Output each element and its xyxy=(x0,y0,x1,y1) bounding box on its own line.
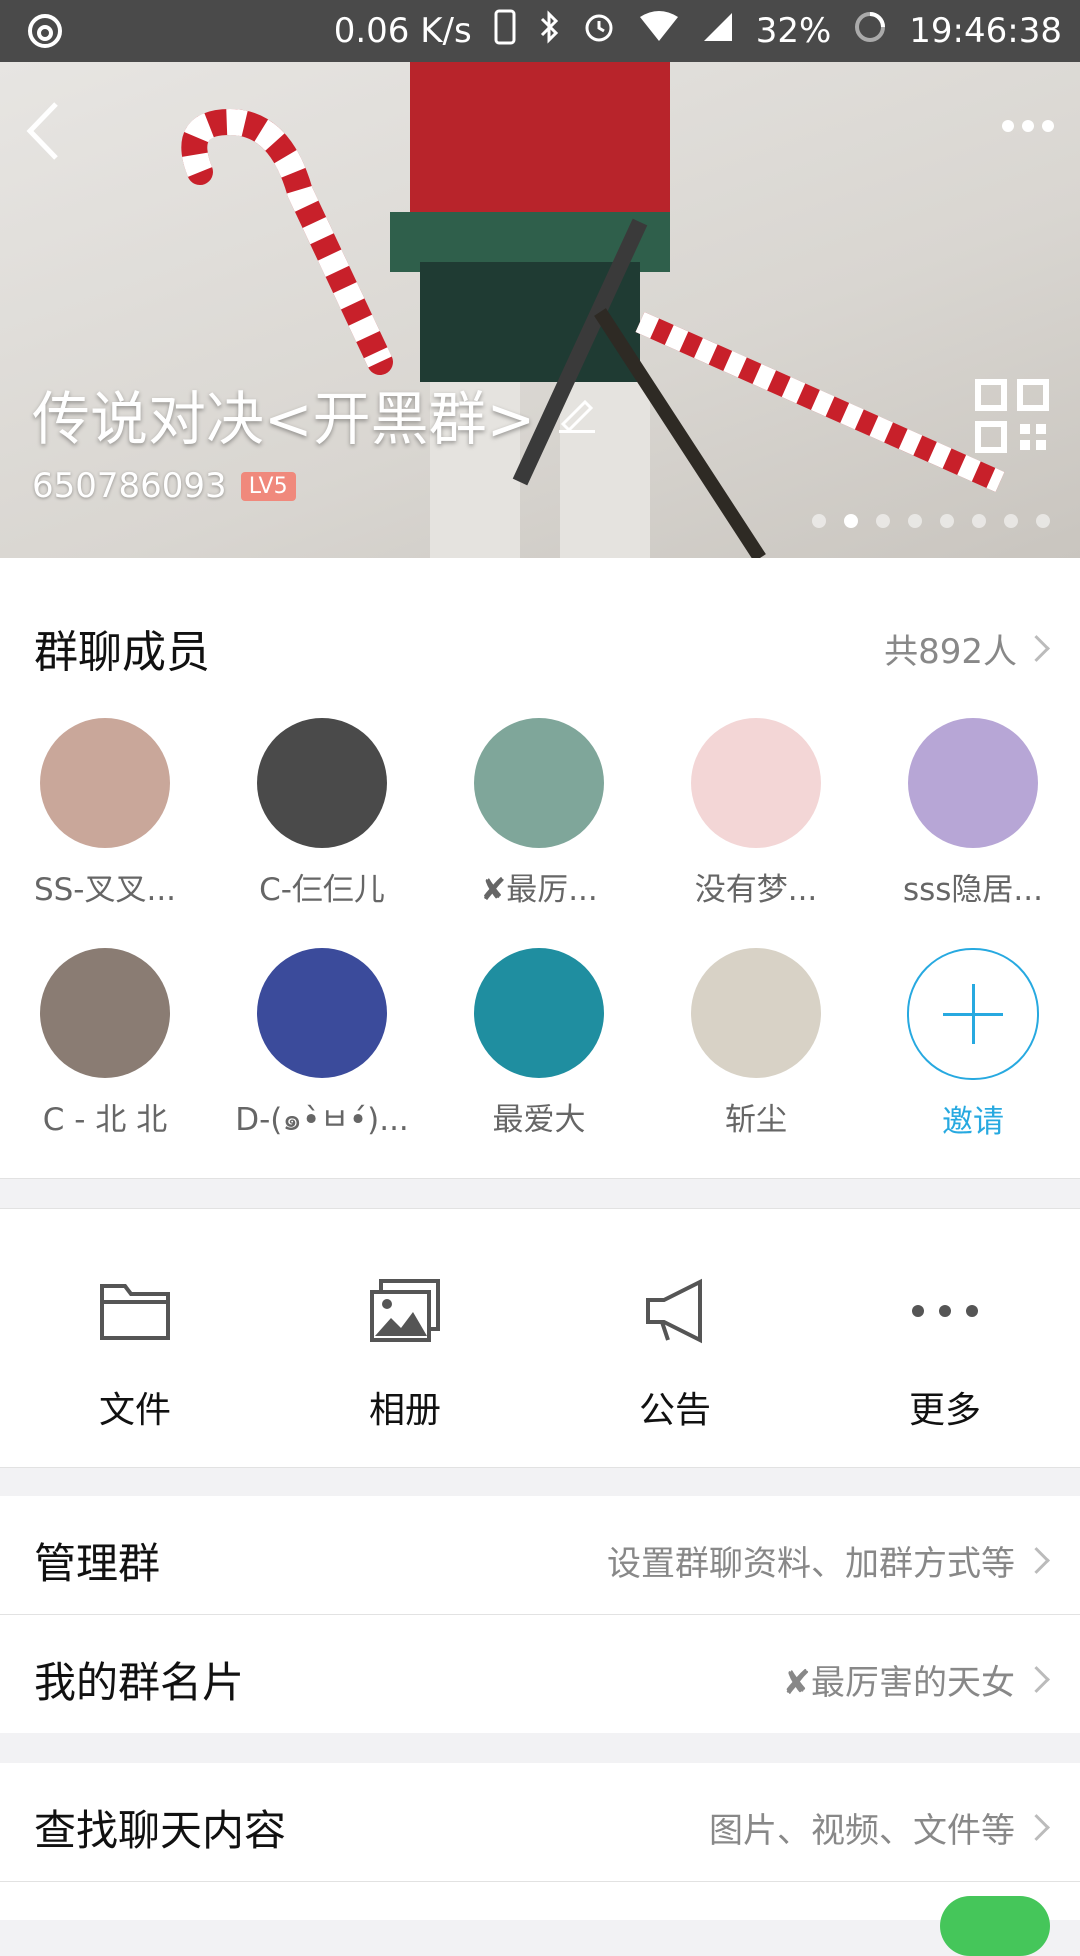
members-title: 群聊成员 xyxy=(34,627,210,678)
carousel-dot xyxy=(908,514,922,528)
member-item[interactable]: 最爱大 xyxy=(444,948,634,1139)
avatar xyxy=(40,948,170,1078)
folder-icon xyxy=(0,1271,270,1351)
more-options-button[interactable] xyxy=(1002,120,1054,132)
battery-level: 32% xyxy=(755,11,832,51)
row-label: 我的群名片 xyxy=(34,1658,245,1707)
invite-button[interactable]: 邀请 xyxy=(878,948,1068,1141)
chevron-right-icon xyxy=(1023,635,1050,662)
member-item[interactable]: SS-叉叉... xyxy=(10,718,200,909)
member-item[interactable]: ✘最厉... xyxy=(444,718,634,909)
member-name: SS-叉叉... xyxy=(33,872,177,908)
avatar xyxy=(257,718,387,848)
avatar xyxy=(40,718,170,848)
avatar xyxy=(257,948,387,1078)
member-name: D-(๑•̀ㅂ•́)... xyxy=(235,1102,409,1138)
carousel-dot xyxy=(812,514,826,528)
group-tools-section: 文件 相册 公告 更多 xyxy=(0,1208,1080,1468)
back-button[interactable] xyxy=(22,100,62,162)
qr-code-icon[interactable] xyxy=(974,378,1050,454)
row-value: 图片、视频、文件等 xyxy=(709,1811,1015,1851)
member-name: sss隐居... xyxy=(902,872,1043,908)
more-button[interactable]: 更多 xyxy=(810,1271,1080,1433)
album-button[interactable]: 相册 xyxy=(270,1271,540,1433)
wifi-icon xyxy=(638,10,680,52)
tool-label: 相册 xyxy=(368,1390,441,1431)
carousel-dot xyxy=(1004,514,1018,528)
announcement-button[interactable]: 公告 xyxy=(540,1271,810,1433)
row-value: ✘最厉害的天女 xyxy=(782,1663,1016,1703)
network-speed: 0.06 K/s xyxy=(333,11,472,51)
clock-time: 19:46:38 xyxy=(909,11,1062,51)
bluetooth-icon xyxy=(538,9,560,54)
avatar xyxy=(474,718,604,848)
group-number: 650786093 xyxy=(32,466,227,506)
member-name: 斩尘 xyxy=(725,1102,787,1138)
member-name: 最爱大 xyxy=(492,1102,586,1138)
signal-icon xyxy=(702,11,734,52)
carousel-dot xyxy=(940,514,954,528)
album-icon xyxy=(270,1271,540,1351)
avatar xyxy=(474,948,604,1078)
members-count: 共892人 xyxy=(884,632,1017,672)
add-icon xyxy=(907,948,1039,1080)
chevron-right-icon xyxy=(1023,1814,1050,1841)
my-group-card-row[interactable]: 我的群名片 ✘最厉害的天女 xyxy=(0,1615,1080,1733)
dot-icon xyxy=(1002,120,1014,132)
carousel-dot xyxy=(972,514,986,528)
tool-label: 文件 xyxy=(98,1390,171,1431)
row-value: 设置群聊资料、加群方式等 xyxy=(607,1544,1015,1584)
member-item[interactable]: D-(๑•̀ㅂ•́)... xyxy=(227,948,417,1144)
tool-label: 更多 xyxy=(908,1390,981,1431)
member-item[interactable]: C - 北 北 xyxy=(10,948,200,1139)
carousel-dot xyxy=(876,514,890,528)
sync-icon xyxy=(853,10,887,53)
chevron-right-icon xyxy=(1023,1547,1050,1574)
carousel-dot xyxy=(1036,514,1050,528)
carousel-indicator xyxy=(812,514,1050,528)
alarm-icon xyxy=(582,10,616,53)
next-setting-row[interactable] xyxy=(0,1882,1080,1920)
megaphone-icon xyxy=(540,1271,810,1351)
member-item[interactable]: sss隐居... xyxy=(878,718,1068,909)
member-name: C-仨仨儿 xyxy=(259,872,385,908)
dot-icon xyxy=(1022,120,1034,132)
row-label: 查找聊天内容 xyxy=(34,1806,287,1855)
member-item[interactable]: C-仨仨儿 xyxy=(227,718,417,909)
avatar xyxy=(908,718,1038,848)
files-button[interactable]: 文件 xyxy=(0,1271,270,1433)
member-item[interactable]: 斩尘 xyxy=(661,948,851,1139)
group-name-row[interactable]: 传说对决<开黑群> xyxy=(32,372,599,456)
phone-icon xyxy=(494,9,516,54)
member-name: 没有梦... xyxy=(694,872,818,908)
status-bar: 0.06 K/s 32% 19:46:38 xyxy=(0,0,1080,62)
level-badge: LV5 xyxy=(240,471,296,501)
avatar xyxy=(691,948,821,1078)
avatar xyxy=(691,718,821,848)
chevron-right-icon xyxy=(1023,1666,1050,1693)
search-chat-row[interactable]: 查找聊天内容 图片、视频、文件等 xyxy=(0,1763,1080,1881)
toggle-switch[interactable] xyxy=(940,1896,1050,1956)
member-name: ✘最厉... xyxy=(480,872,598,908)
row-label: 管理群 xyxy=(34,1539,161,1588)
tool-label: 公告 xyxy=(638,1390,711,1431)
manage-group-row[interactable]: 管理群 设置群聊资料、加群方式等 xyxy=(0,1496,1080,1614)
invite-label: 邀请 xyxy=(942,1104,1004,1140)
group-id-row: 650786093 LV5 xyxy=(32,466,296,506)
netease-music-icon xyxy=(26,12,64,59)
carousel-dot xyxy=(844,514,858,528)
group-cover[interactable]: 传说对决<开黑群> 650786093 LV5 xyxy=(0,62,1080,558)
dot-icon xyxy=(1042,120,1054,132)
more-icon xyxy=(810,1271,1080,1351)
group-name: 传说对决<开黑群> xyxy=(32,385,536,453)
edit-icon[interactable] xyxy=(555,380,599,448)
members-count-link[interactable]: 共892人 xyxy=(884,624,1050,673)
member-item[interactable]: 没有梦... xyxy=(661,718,851,909)
group-members-section: 群聊成员 共892人 SS-叉叉... C-仨仨儿 ✘最厉... 没有梦... … xyxy=(0,558,1080,1179)
member-name: C - 北 北 xyxy=(42,1102,168,1138)
